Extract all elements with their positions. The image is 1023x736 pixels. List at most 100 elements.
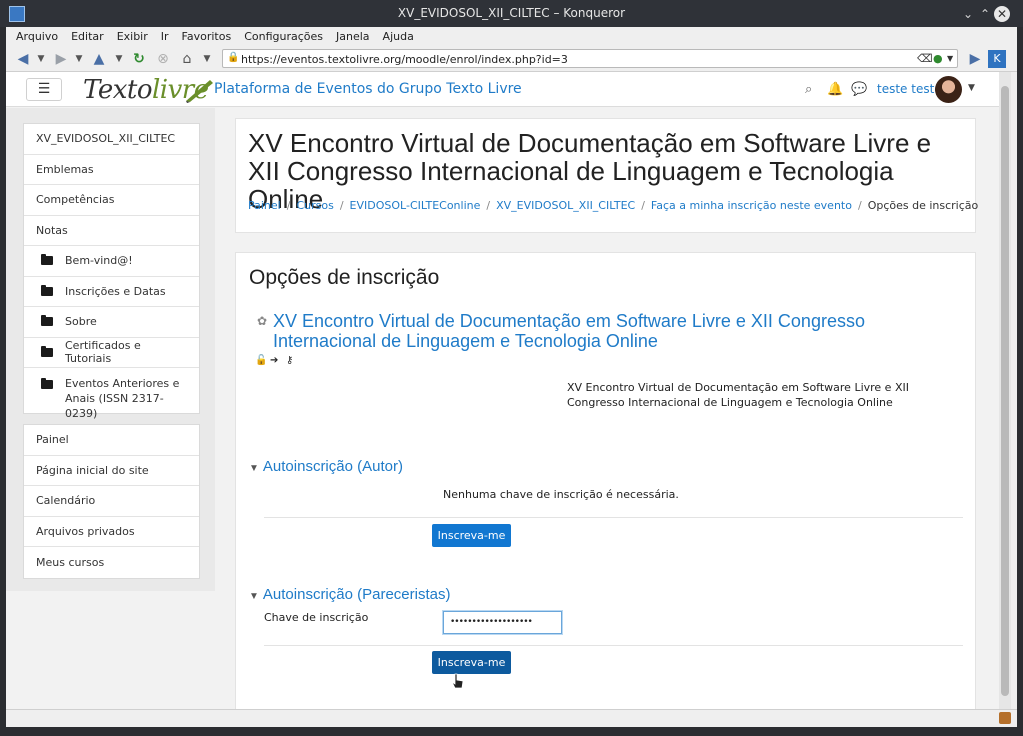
nav-section-bem-vindo[interactable]: Bem-vind@! bbox=[24, 246, 199, 277]
home-icon[interactable]: ⌂ bbox=[178, 50, 196, 68]
forward-icon[interactable]: ▶ bbox=[52, 50, 70, 68]
page-viewport: ☰ Textolivre Plataforma de Eventos do Gr… bbox=[6, 72, 999, 709]
up-history-icon[interactable]: ▼ bbox=[114, 50, 124, 68]
clear-url-icon[interactable]: ⌫ bbox=[917, 52, 933, 65]
menu-editar[interactable]: Editar bbox=[71, 30, 104, 43]
nav-section-label: Eventos Anteriores e Anais (ISSN 2317-02… bbox=[65, 377, 180, 420]
mouse-pointer-icon bbox=[452, 673, 464, 689]
breadcrumb-cursos[interactable]: Cursos bbox=[296, 199, 333, 212]
divider bbox=[264, 517, 963, 518]
url-bar[interactable]: 🔒 https://eventos.textolivre.org/moodle/… bbox=[222, 49, 958, 68]
breadcrumb: Painel / Cursos / EVIDOSOL-CILTEConline / XV_E… bbox=[248, 199, 978, 212]
window-edge bbox=[1011, 72, 1017, 709]
section-autor-title: Autoinscrição (Autor) bbox=[262, 458, 403, 475]
folder-icon bbox=[41, 315, 53, 327]
course-name-link[interactable]: XV Encontro Virtual de Documentação em S… bbox=[273, 311, 963, 351]
page-scrollbar[interactable] bbox=[999, 72, 1011, 709]
go-icon[interactable]: ▶ bbox=[966, 50, 984, 68]
enrol-key-input[interactable]: ••••••••••••••••••• bbox=[443, 611, 562, 634]
url-text[interactable]: https://eventos.textolivre.org/moodle/en… bbox=[241, 53, 568, 66]
minimize-icon[interactable]: ⌄ bbox=[960, 6, 976, 22]
nav-course-home[interactable]: XV_EVIDOSOL_XII_CILTEC bbox=[24, 124, 199, 155]
nav-calendario[interactable]: Calendário bbox=[24, 486, 199, 517]
nav-arquivos-privados[interactable]: Arquivos privados bbox=[24, 517, 199, 547]
breadcrumb-category[interactable]: EVIDOSOL-CILTEConline bbox=[350, 199, 481, 212]
nav-section-certificados[interactable]: Certificados e Tutoriais bbox=[24, 338, 199, 368]
maximize-icon[interactable]: ⌃ bbox=[977, 6, 993, 22]
menu-toggle-icon[interactable]: ☰ bbox=[26, 78, 62, 101]
scrollbar-thumb[interactable] bbox=[1001, 86, 1009, 696]
kde-logo-icon[interactable]: K bbox=[988, 50, 1006, 68]
key-icon: ⚷ bbox=[286, 355, 294, 366]
nav-pagina-inicial[interactable]: Página inicial do site bbox=[24, 456, 199, 486]
menu-favoritos[interactable]: Favoritos bbox=[182, 30, 232, 43]
home-menu-icon[interactable]: ▼ bbox=[202, 50, 212, 68]
nav-section-label: Certificados e Tutoriais bbox=[65, 339, 141, 366]
browser-toolbar: ◀ ▼ ▶ ▼ ▲ ▼ ↻ ⊗ ⌂ ▼ 🔒 https://eventos.te… bbox=[6, 45, 1017, 72]
section-pareceristas-toggle[interactable]: ▼ Autoinscrição (Pareceristas) bbox=[249, 586, 450, 603]
user-menu-caret-icon[interactable]: ▼ bbox=[968, 83, 975, 93]
section-autor-toggle[interactable]: ▼ Autoinscrição (Autor) bbox=[249, 458, 403, 475]
security-shield-icon[interactable]: ● bbox=[933, 52, 943, 65]
status-icon[interactable] bbox=[999, 712, 1011, 724]
menu-janela[interactable]: Janela bbox=[336, 30, 370, 43]
nav-drawer: XV_EVIDOSOL_XII_CILTEC Emblemas Competên… bbox=[6, 108, 215, 591]
nav-meus-cursos[interactable]: Meus cursos bbox=[24, 547, 199, 578]
window-titlebar: XV_EVIDOSOL_XII_CILTEC – Konqueror ⌄ ⌃ ✕ bbox=[0, 0, 1023, 27]
close-icon[interactable]: ✕ bbox=[994, 6, 1010, 22]
up-icon[interactable]: ▲ bbox=[90, 50, 108, 68]
collapse-triangle-icon: ▼ bbox=[249, 591, 259, 602]
back-icon[interactable]: ◀ bbox=[14, 50, 32, 68]
breadcrumb-enrol-link[interactable]: Faça a minha inscrição neste evento bbox=[651, 199, 852, 212]
folder-icon bbox=[41, 254, 53, 266]
menu-ir[interactable]: Ir bbox=[161, 30, 169, 43]
enrol-me-button-pareceristas[interactable]: Inscreva-me bbox=[432, 651, 511, 674]
menu-ajuda[interactable]: Ajuda bbox=[383, 30, 414, 43]
user-name[interactable]: teste teste bbox=[877, 82, 942, 96]
breadcrumb-course[interactable]: XV_EVIDOSOL_XII_CILTEC bbox=[496, 199, 635, 212]
breadcrumb-painel[interactable]: Painel bbox=[248, 199, 281, 212]
nav-section-sobre[interactable]: Sobre bbox=[24, 307, 199, 338]
breadcrumb-separator: / bbox=[286, 199, 291, 212]
menu-configuracoes[interactable]: Configurações bbox=[244, 30, 323, 43]
breadcrumb-separator: / bbox=[857, 199, 862, 212]
notifications-bell-icon[interactable]: 🔔 bbox=[827, 82, 843, 97]
breadcrumb-separator: / bbox=[486, 199, 491, 212]
menubar: Arquivo Editar Exibir Ir Favoritos Confi… bbox=[6, 27, 1017, 45]
lock-icon: 🔓 bbox=[255, 355, 268, 366]
search-icon[interactable]: ⌕ bbox=[805, 82, 812, 97]
section-pareceristas-title: Autoinscrição (Pareceristas) bbox=[262, 586, 451, 603]
nav-painel[interactable]: Painel bbox=[24, 425, 199, 456]
nav-notas[interactable]: Notas bbox=[24, 216, 199, 246]
nav-competencias[interactable]: Competências bbox=[24, 185, 199, 216]
breadcrumb-separator: / bbox=[641, 199, 645, 212]
status-bar bbox=[6, 709, 1017, 727]
folder-icon bbox=[41, 284, 53, 296]
nav-emblemas[interactable]: Emblemas bbox=[24, 155, 199, 185]
site-name-link[interactable]: Plataforma de Eventos do Grupo Texto Liv… bbox=[214, 81, 522, 97]
folder-icon bbox=[41, 345, 53, 357]
stop-icon[interactable]: ⊗ bbox=[154, 50, 172, 68]
breadcrumb-separator: / bbox=[339, 199, 344, 212]
collapse-triangle-icon: ▼ bbox=[249, 463, 259, 474]
lock-icon: 🔒 bbox=[227, 52, 240, 63]
nav-section-inscricoes[interactable]: Inscrições e Datas bbox=[24, 277, 199, 307]
menu-exibir[interactable]: Exibir bbox=[117, 30, 148, 43]
url-history-icon[interactable]: ▼ bbox=[947, 54, 953, 63]
enrol-key-label: Chave de inscrição bbox=[264, 611, 369, 624]
reload-icon[interactable]: ↻ bbox=[130, 50, 148, 68]
enrol-signin-icon: ➔ bbox=[270, 355, 279, 366]
pen-logo-icon bbox=[186, 80, 213, 103]
menu-arquivo[interactable]: Arquivo bbox=[16, 30, 58, 43]
nav-section-eventos-anteriores[interactable]: Eventos Anteriores e Anais (ISSN 2317-02… bbox=[24, 368, 199, 420]
logo-text-texto: Texto bbox=[83, 75, 152, 105]
enrol-me-button-autor[interactable]: Inscreva-me bbox=[432, 524, 511, 547]
forward-history-icon[interactable]: ▼ bbox=[74, 50, 84, 68]
window-title: XV_EVIDOSOL_XII_CILTEC – Konqueror bbox=[397, 6, 626, 20]
section-heading: Opções de inscrição bbox=[249, 266, 440, 289]
back-history-icon[interactable]: ▼ bbox=[36, 50, 46, 68]
messages-icon[interactable]: 💬 bbox=[851, 82, 867, 97]
nav-section-label: Bem-vind@! bbox=[65, 254, 133, 268]
avatar[interactable] bbox=[935, 76, 962, 103]
site-nav-list: Painel Página inicial do site Calendário… bbox=[23, 424, 200, 579]
